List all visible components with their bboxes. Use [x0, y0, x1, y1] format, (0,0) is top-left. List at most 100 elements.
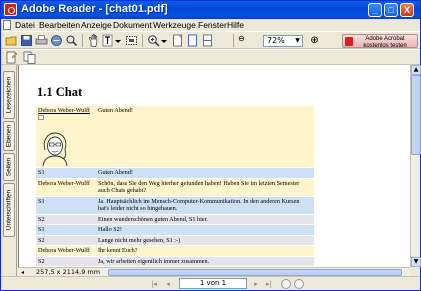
chat-speaker-cell: Debora Weber-Wulff [36, 178, 96, 197]
chat-speaker-cell: S1 [36, 196, 96, 215]
chat-row: S2 Einen wunderschönen guten Abend, S1 hi… [36, 214, 314, 225]
fit-width-icon[interactable] [201, 34, 214, 47]
chat-row: Debora Weber-Wulff Ihr kennt Euch? [36, 245, 314, 257]
adobe-reader-icon [4, 3, 17, 16]
chat-speaker: S2 [38, 236, 45, 244]
try-acrobat-button[interactable]: Adobe Acrobat kostenlos testen [342, 34, 418, 49]
chat-speaker: Debora Weber-Wulff [38, 107, 90, 114]
main-toolbar: ⊖ 72% ▼ ⊕ Adobe Acrobat kostenlos testen [1, 31, 420, 49]
chat-speaker: S1 [38, 226, 45, 233]
tab-layers-label: Ebenen [5, 124, 13, 148]
page-number-field[interactable]: 1 von 1 [179, 278, 247, 289]
tab-pages[interactable]: Seiten [3, 153, 15, 181]
email-icon[interactable] [50, 34, 63, 47]
vertical-scroll-thumb[interactable] [411, 75, 421, 155]
window-title: Adobe Reader - [chat01.pdf] [21, 3, 168, 15]
chat-row: S2 Ja, wir arbeiten eigentlich immer zusa… [36, 256, 314, 267]
toolbar-separator [233, 34, 234, 47]
chat-speaker-cell: Debora Weber-Wulff [36, 245, 96, 257]
chat-speaker-cell: Debora Weber-Wulff [36, 106, 96, 168]
menu-datei[interactable]: Datei [15, 19, 35, 31]
chat-speaker: S1 [38, 197, 45, 205]
actual-size-icon[interactable] [171, 34, 184, 47]
zoom-level-field[interactable]: 72% ▼ [263, 35, 303, 47]
chat-row: S2 Lange nicht mehr gesehen, S1 :-) [36, 235, 314, 246]
chat-speaker: Debora Weber-Wulff [38, 179, 90, 187]
next-page-icon[interactable]: ▸ [251, 279, 261, 289]
chat-speaker-cell: S2 [36, 214, 96, 225]
zoom-level-value: 72% [267, 36, 285, 45]
secondary-toolbar [1, 49, 420, 65]
adobe-reader-window: Adobe Reader - [chat01.pdf] _ □ X Datei … [0, 0, 421, 291]
menu-werkzeuge[interactable]: Werkzeuge [153, 19, 196, 31]
chat-speaker: Debora Weber-Wulff [38, 247, 90, 254]
tab-pages-label: Seiten [5, 157, 13, 177]
tab-layers[interactable]: Ebenen [3, 121, 15, 151]
go-forward-icon[interactable] [294, 279, 304, 289]
maximize-button[interactable]: □ [384, 3, 398, 17]
menu-fenster[interactable]: Fenster [198, 19, 227, 31]
minimize-button[interactable]: _ [368, 3, 382, 17]
chat-message-text: Hallo S2! [96, 224, 314, 236]
chat-message-text: Guten Abend! [96, 106, 314, 168]
previous-page-icon[interactable]: ◂ [163, 279, 173, 289]
chat-message-text: Ja, wir arbeiten eigentlich immer zusamm… [96, 256, 314, 267]
chat-row: S1 Guten Abend! [36, 167, 314, 179]
document-view[interactable]: 1.1 Chat Debora Weber-Wulff Guten Abend! S… [18, 65, 410, 267]
page-heading: 1.1 Chat [37, 85, 83, 99]
chat-speaker: S2 [38, 215, 45, 223]
horizontal-scroll-thumb[interactable] [108, 269, 402, 276]
first-page-icon[interactable]: |◂ [149, 279, 159, 289]
chat-message-text: Lange nicht mehr gesehen, S1 :-) [96, 235, 314, 246]
chat-speaker-cell: S1 [36, 167, 96, 179]
broken-image-icon [38, 114, 44, 120]
chat-speaker-cell: S1 [36, 224, 96, 236]
zoom-out-button[interactable]: ⊖ [238, 34, 251, 47]
pdf-page: 1.1 Chat Debora Weber-Wulff Guten Abend! S… [19, 65, 410, 267]
menu-bearbeiten[interactable]: Bearbeiten [39, 19, 80, 31]
chat-message-text: Ihr kennt Euch? [96, 245, 314, 257]
chat-row: S1 Ja. Hauptsächlich im Mensch-Computer-K… [36, 196, 314, 215]
tab-signatures[interactable]: Unterschriften [3, 183, 15, 237]
copy-pages-icon[interactable] [23, 51, 36, 64]
menu-dokument[interactable]: Dokument [113, 19, 152, 31]
chat-speaker: S2 [38, 257, 45, 265]
tab-bookmarks[interactable]: Lesezeichen [3, 71, 15, 119]
save-icon[interactable] [20, 34, 33, 47]
chat-message-text: Ja. Hauptsächlich im Mensch-Computer-Kom… [96, 196, 314, 215]
menu-hilfe[interactable]: Hilfe [227, 19, 244, 31]
last-page-icon[interactable]: ▸| [264, 279, 274, 289]
open-folder-icon[interactable] [5, 34, 18, 47]
avatar-portrait-drawing [42, 132, 68, 166]
search-icon[interactable] [65, 34, 78, 47]
close-button[interactable]: X [400, 3, 414, 17]
chat-speaker-cell: S2 [36, 235, 96, 246]
vertical-scrollbar[interactable]: ▲ ▼ [410, 65, 421, 267]
chat-message-text: Schön, dass Sie den Weg hierher gefunden… [96, 178, 314, 197]
fit-page-icon[interactable] [186, 34, 199, 47]
chat-row: S1 Hallo S2! [36, 224, 314, 236]
adobe-acrobat-icon [345, 37, 353, 46]
chat-message-text: Einen wunderschönen guten Abend, S1 hier… [96, 214, 314, 225]
title-bar: Adobe Reader - [chat01.pdf] _ □ X [1, 1, 420, 19]
horizontal-scrollbar[interactable]: ◂ 257,5 x 2114,9 mm [18, 267, 410, 276]
scroll-up-arrow-icon[interactable]: ▲ [411, 65, 421, 75]
tab-signatures-label: Unterschriften [5, 189, 13, 231]
chat-speaker: S1 [38, 169, 45, 176]
zoom-dropdown-arrow-icon[interactable]: ▼ [294, 37, 301, 45]
go-back-icon[interactable] [281, 279, 291, 289]
zoom-in-button[interactable]: ⊕ [308, 34, 321, 47]
snapshot-tool-icon[interactable] [125, 34, 138, 47]
chat-message-text: Guten Abend! [96, 167, 314, 179]
document-properties-icon[interactable] [5, 51, 18, 64]
zoom-tool-icon[interactable] [147, 34, 160, 47]
scroll-down-arrow-icon[interactable]: ▼ [411, 257, 421, 267]
menu-bar: Datei Bearbeiten Anzeige Dokument Werkze… [1, 19, 420, 31]
document-menu-icon[interactable] [3, 20, 11, 30]
status-bar: |◂ ◂ 1 von 1 ▸ ▸| [1, 276, 420, 290]
menu-anzeige[interactable]: Anzeige [81, 19, 112, 31]
chat-speaker-cell: S2 [36, 256, 96, 267]
hand-tool-icon[interactable] [87, 34, 100, 47]
navigation-pane-tabs: Lesezeichen Ebenen Seiten Unterschriften [1, 65, 17, 276]
print-icon[interactable] [35, 34, 48, 47]
